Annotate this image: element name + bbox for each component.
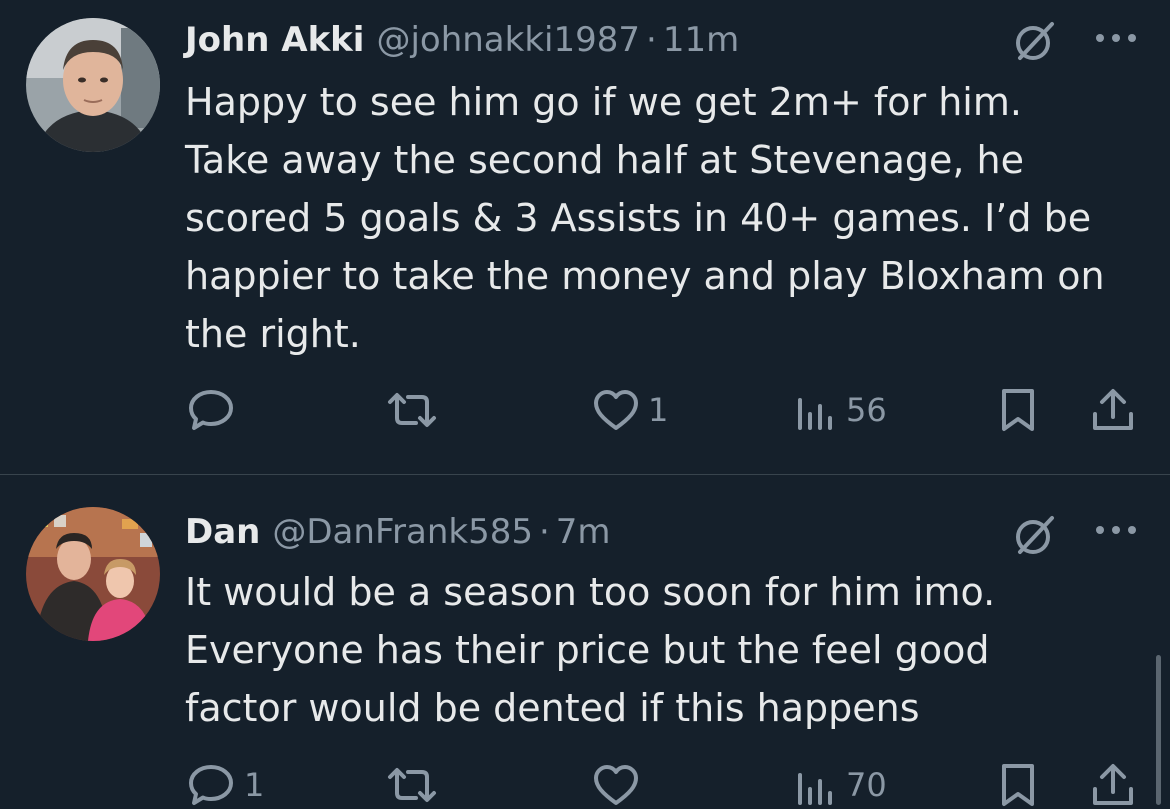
bookmark-icon: [1002, 389, 1034, 431]
tweet[interactable]: John Akki @johnakki1987 · 11m Happy to s…: [0, 0, 1170, 474]
avatar[interactable]: [26, 18, 160, 152]
like-button[interactable]: [592, 757, 648, 809]
views-icon: [798, 773, 832, 805]
view-count: 56: [846, 391, 887, 429]
tweet[interactable]: Dan @DanFrank585 · 7m It would be a seas…: [0, 475, 1170, 809]
author-name[interactable]: Dan: [185, 509, 260, 555]
grok-icon[interactable]: [1012, 512, 1058, 558]
heart-icon: [594, 390, 638, 430]
retweet-button[interactable]: [384, 382, 448, 438]
timestamp[interactable]: 11m: [663, 17, 739, 63]
views-button[interactable]: 70: [794, 757, 887, 809]
tweet-text-line: It would be a season too soon for him im…: [185, 570, 996, 614]
scrollbar[interactable]: [1156, 655, 1161, 805]
tweet-text-line: scored 5 goals & 3 Assists in 40+ games.…: [185, 196, 1092, 240]
author-handle[interactable]: @johnakki1987: [376, 17, 640, 63]
avatar[interactable]: [26, 507, 160, 641]
grok-icon[interactable]: [1012, 18, 1058, 64]
bookmark-button[interactable]: [998, 757, 1038, 809]
tweet-text-line: Happy to see him go if we get 2m+ for hi…: [185, 80, 1022, 124]
view-count: 70: [846, 766, 887, 804]
timestamp[interactable]: 7m: [556, 509, 611, 555]
reply-icon: [189, 765, 233, 805]
tweet-header: John Akki @johnakki1987 · 11m: [185, 17, 739, 63]
tweet-text-line: happier to take the money and play Bloxh…: [185, 254, 1105, 298]
reply-feed: John Akki @johnakki1987 · 11m Happy to s…: [0, 0, 1170, 809]
author-name[interactable]: John Akki: [185, 17, 364, 63]
heart-icon: [594, 765, 638, 805]
tweet-text-line: the right.: [185, 312, 361, 356]
retweet-icon: [388, 768, 436, 802]
retweet-icon: [388, 393, 436, 427]
tweet-text: Happy to see him go if we get 2m+ for hi…: [185, 73, 1160, 363]
share-icon: [1093, 389, 1133, 430]
tweet-actions: 1 70: [0, 757, 1170, 809]
share-button[interactable]: [1090, 382, 1136, 438]
reply-count: 1: [244, 766, 265, 804]
bookmark-icon: [1002, 764, 1034, 806]
like-count: 1: [648, 391, 669, 429]
separator-dot: ·: [646, 20, 657, 60]
share-button[interactable]: [1090, 757, 1136, 809]
tweet-text: It would be a season too soon for him im…: [185, 563, 1160, 737]
reply-button[interactable]: [186, 382, 244, 438]
views-button[interactable]: 56: [794, 382, 887, 438]
views-icon: [798, 398, 832, 430]
tweet-header: Dan @DanFrank585 · 7m: [185, 509, 611, 555]
author-handle[interactable]: @DanFrank585: [272, 509, 533, 555]
more-icon[interactable]: [1094, 28, 1138, 48]
reply-icon: [189, 390, 233, 430]
retweet-button[interactable]: [384, 757, 448, 809]
tweet-text-line: Take away the second half at Stevenage, …: [185, 138, 1024, 182]
more-icon[interactable]: [1094, 520, 1138, 540]
share-icon: [1093, 764, 1133, 805]
tweet-text-line: Everyone has their price but the feel go…: [185, 628, 990, 672]
reply-button[interactable]: 1: [186, 757, 264, 809]
tweet-text-line: factor would be dented if this happens: [185, 686, 920, 730]
bookmark-button[interactable]: [998, 382, 1038, 438]
separator-dot: ·: [538, 512, 550, 552]
like-button[interactable]: 1: [592, 382, 668, 438]
tweet-actions: 1 56: [0, 382, 1170, 438]
